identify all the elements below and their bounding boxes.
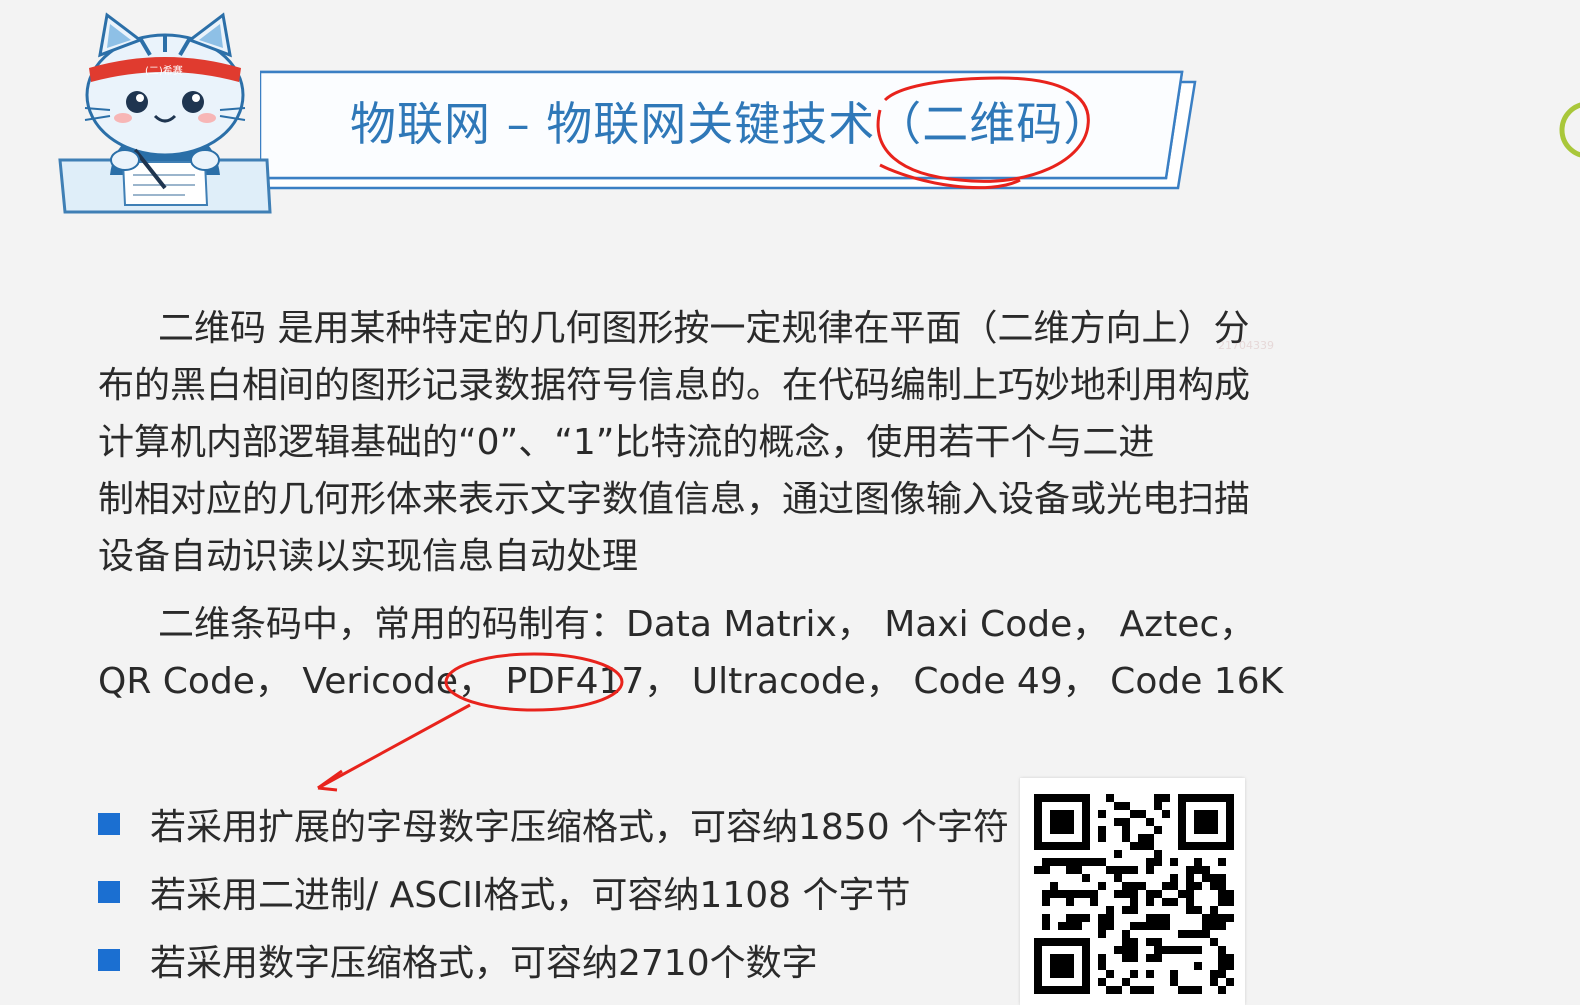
list-item: 若采用二进制/ ASCII格式，可容纳1108 个字节 <box>98 858 1009 926</box>
bullet-square-icon <box>98 881 120 903</box>
paragraph-line: 计算机内部逻辑基础的“0”、“1”比特流的概念，使用若干个与二进 <box>98 422 1155 463</box>
bullet-square-icon <box>98 949 120 971</box>
paragraph-code-types: 二维条码中，常用的码制有：Data Matrix， Maxi Code， Azt… <box>98 596 1284 710</box>
mascot-headband-text: (二)希赛 <box>145 64 183 77</box>
paragraph-line: QR Code， Vericode， PDF417， Ultracode， Co… <box>98 661 1284 702</box>
qr-code-icon <box>1020 778 1245 1005</box>
paragraph-line: 制相对应的几何形体来表示文字数值信息，通过图像输入设备或光电扫描 <box>98 479 1251 520</box>
page-title: 物联网 – 物联网关键技术（二维码） <box>350 97 1111 151</box>
paragraph-line: 布的黑白相间的图形记录数据符号信息的。在代码编制上巧妙地利用构成 <box>98 365 1251 406</box>
paragraph-definition: 二维码 是用某种特定的几何图形按一定规律在平面（二维方向上）分 布的黑白相间的图… <box>98 300 1258 585</box>
edge-circle-icon <box>1556 100 1580 160</box>
list-item-text: 若采用数字压缩格式，可容纳2710个数字 <box>150 943 818 984</box>
list-item-text: 若采用二进制/ ASCII格式，可容纳1108 个字节 <box>150 875 911 916</box>
paragraph-line: 设备自动识读以实现信息自动处理 <box>98 536 639 577</box>
capacity-list: 若采用扩展的字母数字压缩格式，可容纳1850 个字符 若采用二进制/ ASCII… <box>98 790 1009 994</box>
arrow-annotation <box>317 703 471 790</box>
list-item: 若采用数字压缩格式，可容纳2710个数字 <box>98 926 1009 994</box>
cat-mascot-icon: (二)希赛 <box>55 10 275 220</box>
paragraph-line: 二维条码中，常用的码制有：Data Matrix， Maxi Code， Azt… <box>158 604 1256 645</box>
bullet-square-icon <box>98 813 120 835</box>
slide: 物联网 – 物联网关键技术（二维码） (二)希赛 21704339 二维码 是用… <box>0 0 1580 1005</box>
list-item: 若采用扩展的字母数字压缩格式，可容纳1850 个字符 <box>98 790 1009 858</box>
list-item-text: 若采用扩展的字母数字压缩格式，可容纳1850 个字符 <box>150 807 1010 848</box>
paragraph-line: 二维码 是用某种特定的几何图形按一定规律在平面（二维方向上）分 <box>158 308 1250 349</box>
arrow-head-icon <box>317 769 343 792</box>
